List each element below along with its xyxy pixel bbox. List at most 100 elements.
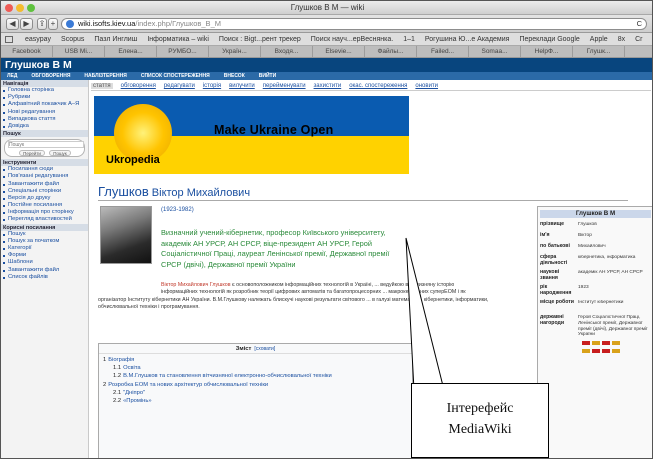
tab-item[interactable]: РУМБО... [157,46,209,57]
sidebar-item[interactable]: Завантажити файл [1,181,88,188]
tab-item[interactable]: USB Mi... [53,46,105,57]
action-tab[interactable]: окас. спостереження [349,83,407,89]
infobox: Глушков В М прізвище Глушков ім'я Віктор по … [537,206,652,458]
sidebar-item[interactable]: Завантажити файл [1,267,88,274]
tab-item[interactable]: НеlpФ... [521,46,573,57]
medal-icon [592,349,600,353]
action-tab[interactable]: обговорення [121,83,156,89]
tab-item[interactable]: Глушк... [573,46,625,57]
ukraine-banner: Make Ukraine Open Ukropedia [94,96,409,174]
tab-item[interactable]: Елена... [105,46,157,57]
window-titlebar: Глушков В М — wiki [1,1,652,15]
minimize-window-icon[interactable] [16,4,24,12]
bookmark-item[interactable]: Scopus [61,36,84,43]
toc-item-text[interactable]: Освіта [123,365,141,371]
toc-item[interactable]: 1.1 Освіта [99,364,412,372]
toc-item-text[interactable]: «Промінь» [123,398,152,404]
tab-item[interactable]: Elsevie... [313,46,365,57]
search-input[interactable] [8,141,84,149]
sidebar-item[interactable]: Рубрики [1,94,88,101]
toc-item-text[interactable]: В.М.Глушков та становлення вітчизняної е… [123,373,332,379]
toc-item[interactable]: 1 Біографія [99,356,412,364]
toc-item[interactable]: 2.1 "Дніпро" [99,389,412,397]
bookmark-item[interactable]: Рогушина Ю...е Академия [425,36,510,43]
user-nav-link[interactable]: ЛЕД [7,73,17,79]
forward-button[interactable]: ▶ [20,18,33,30]
table-of-contents: Зміст [сховати] 1 Біографія 1.1 Освіта 1.2 В.М… [98,343,413,458]
sidebar-item[interactable]: Нові редагування [1,109,88,116]
go-button[interactable]: Перейти [19,150,45,157]
action-tab[interactable]: стаття [91,83,113,89]
address-bar[interactable]: wiki.isofts.kiev.ua/index.php/Глушков_В_… [61,18,647,30]
bookmarks-grid-icon[interactable] [5,35,13,43]
tab-item[interactable]: Україн... [209,46,261,57]
sidebar-item[interactable]: Постійне посилання [1,202,88,209]
bookmark-item[interactable]: Apple [590,36,608,43]
tab-item[interactable]: Somaa... [469,46,521,57]
sidebar-item[interactable]: Категорії [1,245,88,252]
toc-item[interactable]: 2.2 «Промінь» [99,397,412,405]
site-title[interactable]: Глушков В М [1,58,652,72]
action-tab[interactable]: захистити [314,83,342,89]
sidebar-item[interactable]: Перегляд властивостей [1,216,88,223]
bookmark-item[interactable]: Пазл Инглиш [94,36,137,43]
tab-item[interactable]: Failed... [417,46,469,57]
name-link[interactable]: Віктор [161,282,176,288]
bookmark-item[interactable]: easypay [25,36,51,43]
new-tab-button[interactable]: + [48,18,58,30]
toc-item-text[interactable]: "Дніпро" [123,390,145,396]
back-button[interactable]: ◀ [6,18,19,30]
toc-toggle[interactable]: [сховати] [254,346,275,352]
toc-item-number: 1.1 [113,365,122,372]
action-tab[interactable]: редагувати [164,83,195,89]
sidebar-item[interactable]: Посилання сюди [1,166,88,173]
toc-item-text[interactable]: Розробка ЕОМ та нових архітектур обчислю… [108,382,268,388]
sidebar-item[interactable]: Інформація про сторінку [1,209,88,216]
sidebar-item[interactable]: Спеціальні сторінки [1,188,88,195]
bookmark-item[interactable]: Інформатика – wiki [147,36,209,43]
heading-divider [98,200,628,201]
action-tab[interactable]: оновити [415,83,438,89]
sidebar-item[interactable]: Пошук за початком [1,238,88,245]
sidebar-item[interactable]: Алфавітний покажчик А–Я [1,101,88,108]
infobox-value: Герой Соціалістичної Праці, Ленінської п… [578,315,648,338]
zoom-window-icon[interactable] [27,4,35,12]
action-tab[interactable]: історія [203,83,221,89]
bookmark-item[interactable]: 8x [618,36,625,43]
sidebar-item[interactable]: Випадкова стаття [1,116,88,123]
user-nav-link[interactable]: ОБГОВОРЕННЯ [31,73,70,79]
user-nav-link[interactable]: НАБЛІЗТЕРЕННЯ [84,73,126,79]
sidebar-item[interactable]: Довідка [1,123,88,130]
portrait-photo[interactable] [100,206,152,264]
toc-item-text[interactable]: Біографія [108,357,134,363]
toc-item[interactable]: 1.2 В.М.Глушков та становлення вітчизняно… [99,372,412,380]
sidebar-item[interactable]: Форми [1,252,88,259]
bookmark-item[interactable]: Поиск науч...ерВеснянка. [311,36,393,43]
bookmark-item[interactable]: Переклади Google [519,36,579,43]
bookmark-item[interactable]: Поиск : Bigt...рент трекер [219,36,301,43]
sidebar-item[interactable]: Пошук [1,231,88,238]
bookmark-item[interactable]: Cr [635,36,642,43]
tab-item[interactable]: Файлы... [365,46,417,57]
surname-link[interactable]: Михайлович Глушков [178,282,231,288]
sidebar-item[interactable]: Пов'язані редагування [1,173,88,180]
sidebar-item[interactable]: Версія до друку [1,195,88,202]
sidebar-item[interactable]: Головна сторінка [1,87,88,94]
toc-item[interactable]: 2 Розробка ЕОМ та нових архітектур обчисл… [99,381,412,389]
life-years: (1923-1982) [161,207,194,213]
tab-item[interactable]: Входя... [261,46,313,57]
action-tab[interactable]: вилучити [229,83,255,89]
reload-icon[interactable]: C [637,19,642,29]
close-window-icon[interactable] [5,4,13,12]
sidebar-item[interactable]: Список файлів [1,274,88,281]
user-nav-link[interactable]: ВНЕСОК [224,73,245,79]
search-button[interactable]: Пошук [49,150,71,157]
user-nav-link[interactable]: СПИСОК СПОСТЕРЕЖЕННЯ [141,73,210,79]
bookmark-item[interactable]: 1–1 [403,36,415,43]
sidebar-item[interactable]: Шаблони [1,259,88,266]
share-button[interactable]: ⇪ [37,18,47,30]
action-tab[interactable]: перейменувати [263,83,306,89]
user-nav-link[interactable]: ВИЙТИ [259,73,276,79]
tab-item[interactable]: Facebook [1,46,53,57]
sidebar-header-tools: Інструменти [1,159,88,167]
